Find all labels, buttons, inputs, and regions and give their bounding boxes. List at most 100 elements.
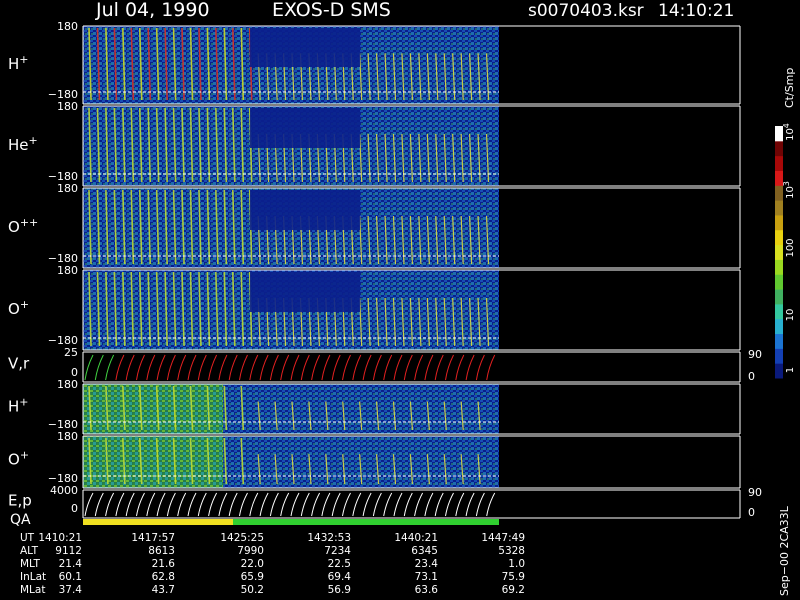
ephemeris-cell: 1425:25 [220,532,264,544]
spin-curve [362,354,372,381]
spin-curve [445,492,454,517]
spin-curve [475,492,485,517]
panel-label-sup: ++ [20,216,38,229]
spin-curve [94,492,104,517]
colorbar-cell [775,363,783,379]
spin-curve [403,354,413,381]
spin-curve [393,492,403,517]
blue-gap [250,190,360,230]
spin-curve [84,354,94,381]
colorbar-cell [775,333,783,349]
right-bottom-tick: 0 [748,370,755,383]
ephemeris-cell: 73.1 [415,571,438,583]
ephemeris-cell: 23.4 [415,558,439,570]
spin-curve [197,492,207,517]
blue-gap [250,108,360,148]
spin-curve [94,354,104,381]
spin-curve [424,492,434,517]
y-top-tick: 180 [57,182,78,195]
blue-gap [250,28,360,67]
spin-curve [166,354,176,381]
ephemeris-cell: 69.4 [328,571,352,583]
ephemeris-cell: 56.9 [328,584,351,596]
spin-curve [125,354,135,381]
header-mission: EXOS-D SMS [272,0,391,21]
spin-curve [434,354,444,381]
panel-label: He+ [8,134,38,154]
colorbar-stops [775,126,783,379]
spin-curve [84,492,94,517]
colorbar-tick-base: 1 [785,367,796,373]
colorbar-tick-base: 10 [785,128,796,141]
colorbar-tick: 103 [782,181,796,199]
ephemeris-cell: 21.6 [152,558,176,570]
spin-curve [125,492,135,517]
panel-label: H+ [8,396,29,416]
spin-curve [393,354,403,381]
spin-curve [105,492,115,517]
ephemeris-cell: 63.6 [415,584,439,596]
spin-curve [311,354,321,381]
spin-curve [290,354,300,381]
qa-segment-green [233,519,499,525]
spin-curve [280,492,290,517]
ephemeris-cell: 1410:21 [38,532,82,544]
spin-curve [156,354,166,381]
colorbar-cell [775,140,783,157]
panel-label-main: H [8,55,19,73]
spin-curve [187,492,197,517]
spin-curve [208,492,218,517]
colorbar-tick: 10 [785,309,796,322]
spin-curve [455,492,465,517]
spin-curve [342,492,351,517]
panel-label: O++ [8,216,38,236]
colorbar-tick-exp: 4 [782,123,791,128]
spin-curve [146,354,156,381]
spectrogram-fill-active [83,384,223,434]
ephemeris-cell: 69.2 [502,584,525,596]
spin-curve [300,354,310,381]
spin-curve [311,492,321,517]
header-date: Jul 04, 1990 [95,0,210,21]
spin-curve [259,492,269,517]
y-top-tick: 25 [64,346,78,359]
spin-curve [352,354,362,381]
spin-curve [115,354,125,381]
colorbar-cell [775,318,783,335]
spin-curve [434,492,444,517]
spin-curve [136,492,145,517]
spin-curve [280,354,290,381]
spin-curve [269,492,279,517]
ephemeris-row-label: UT [20,532,35,544]
y-top-tick: 180 [57,264,78,277]
spin-curve [146,492,156,517]
ephemeris-cell: 7234 [324,545,351,557]
spin-curve [208,354,218,381]
colorbar-unit: Ct/Smp [783,68,796,108]
panel-label: V,r [8,355,30,373]
panel-2: He+180−180 [8,100,741,187]
colorbar-cell [775,348,783,364]
ephemeris-cell: 1440:21 [394,532,438,544]
spin-curve [136,354,145,381]
spin-curve [239,354,248,381]
spin-curve [166,492,176,517]
ephemeris-cell: 1432:53 [307,532,351,544]
ephemeris-cell: 1.0 [508,558,525,570]
panel-6: H+180−180 [8,378,741,435]
spin-curve [372,354,382,381]
ephemeris-cell: 21.4 [59,558,83,570]
ephemeris-cell: 60.1 [59,571,82,583]
spin-curve [249,492,259,517]
panel-label-sup: + [20,449,29,462]
ephemeris-cell: 43.7 [152,584,175,596]
panel-label: E,p [8,491,32,509]
spin-curve [300,492,310,517]
panel-label: H+ [8,53,29,73]
spin-curve [115,492,125,517]
ephemeris-cell: 22.0 [241,558,264,570]
spin-curve [486,354,496,381]
spin-curve [239,492,248,517]
ephemeris-cell: 22.5 [328,558,351,570]
colorbar-tick-base: 10 [785,309,796,322]
